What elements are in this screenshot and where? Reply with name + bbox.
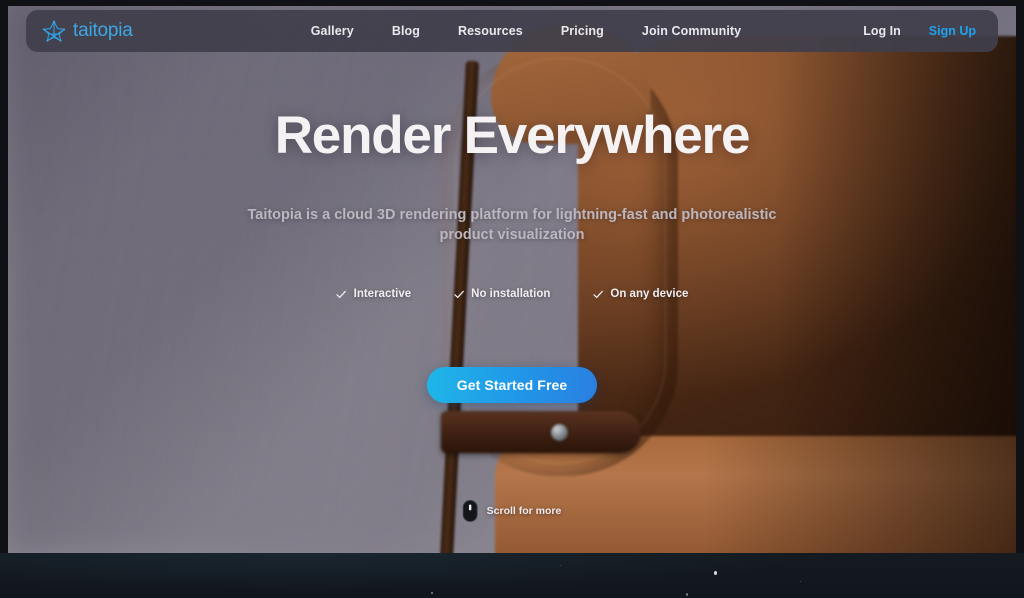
mouse-scroll-icon <box>462 500 478 522</box>
browser-viewport: Render Everywhere Taitopia is a cloud 3D… <box>0 0 1024 598</box>
hero-feature-list: Interactive No installation On any devic… <box>336 288 688 300</box>
main-navbar: taitopia Gallery Blog Resources Pricing … <box>26 10 998 52</box>
feature-item-on-any-device: On any device <box>592 288 688 300</box>
check-icon <box>336 290 346 298</box>
nav-link-gallery[interactable]: Gallery <box>311 24 354 38</box>
star-speck <box>560 565 561 566</box>
nav-links: Gallery Blog Resources Pricing Join Comm… <box>189 24 864 38</box>
page-frame: Render Everywhere Taitopia is a cloud 3D… <box>8 6 1016 553</box>
hero-section: Render Everywhere Taitopia is a cloud 3D… <box>8 6 1016 553</box>
nav-link-resources[interactable]: Resources <box>458 24 523 38</box>
nav-account-actions: Log In Sign Up <box>863 24 982 38</box>
sign-up-button[interactable]: Sign Up <box>929 24 976 38</box>
star-constellation-logo-icon <box>42 20 66 42</box>
star-speck <box>800 581 801 582</box>
brand-logo[interactable]: taitopia <box>42 19 133 43</box>
feature-label: On any device <box>610 288 689 300</box>
star-speck <box>714 571 717 575</box>
scroll-for-more-indicator[interactable]: Scroll for more <box>462 500 562 522</box>
scroll-hint-label: Scroll for more <box>486 505 562 517</box>
feature-item-interactive: Interactive <box>336 288 412 300</box>
get-started-free-button[interactable]: Get Started Free <box>427 367 597 403</box>
nav-link-blog[interactable]: Blog <box>392 24 420 38</box>
hero-content: Render Everywhere Taitopia is a cloud 3D… <box>8 6 1016 553</box>
brand-name: taitopia <box>73 20 133 41</box>
hero-subtitle: Taitopia is a cloud 3D rendering platfor… <box>247 207 777 243</box>
log-in-button[interactable]: Log In <box>863 24 901 38</box>
star-speck <box>686 593 688 596</box>
feature-label: Interactive <box>353 288 412 300</box>
check-icon <box>593 290 603 298</box>
nav-link-join-community[interactable]: Join Community <box>642 24 741 38</box>
star-speck <box>431 592 433 594</box>
check-icon <box>453 290 464 298</box>
next-section-preview <box>0 553 1024 598</box>
nav-link-pricing[interactable]: Pricing <box>561 24 604 38</box>
feature-label: No installation <box>471 288 551 300</box>
page-title: Render Everywhere <box>274 106 751 165</box>
feature-item-no-installation: No installation <box>453 288 550 300</box>
